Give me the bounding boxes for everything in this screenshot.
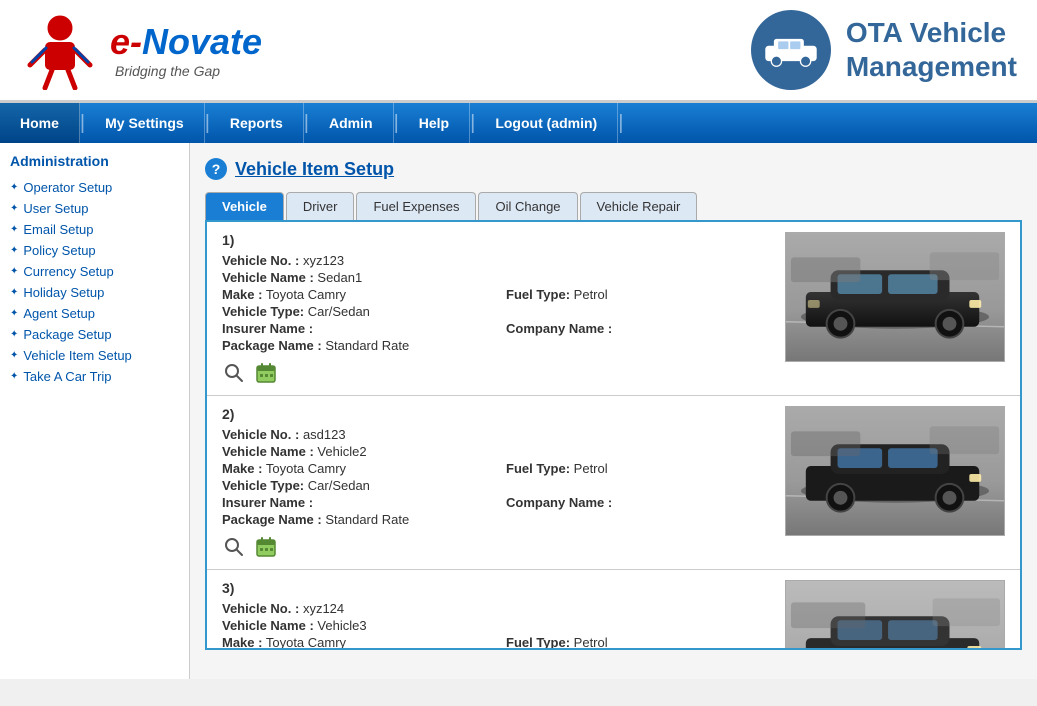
sidebar-item-vehicle-item-setup[interactable]: ✦ Vehicle Item Setup	[5, 345, 184, 366]
tab-driver[interactable]: Driver	[286, 192, 355, 220]
header: e-Novate Bridging the Gap OTA Vehicle Ma…	[0, 0, 1037, 103]
bullet-icon: ✦	[10, 371, 18, 382]
vehicle-fields-1: Vehicle No. : xyz123 Vehicle Name : Seda…	[222, 253, 770, 353]
nav-admin[interactable]: Admin	[309, 103, 394, 143]
sidebar-item-agent-setup[interactable]: ✦ Agent Setup	[5, 303, 184, 324]
vehicle-info-2: 2) Vehicle No. : asd123 Vehicle Name : V…	[222, 406, 770, 559]
sidebar-title: Administration	[5, 153, 184, 169]
vehicle-item-3: 3) Vehicle No. : xyz124 Vehicle Name : V…	[207, 570, 1020, 650]
sidebar-item-take-car-trip[interactable]: ✦ Take A Car Trip	[5, 366, 184, 387]
calendar-icon	[255, 362, 277, 384]
search-icon	[223, 362, 245, 384]
sidebar-item-currency-setup[interactable]: ✦ Currency Setup	[5, 261, 184, 282]
calendar-action-2[interactable]	[254, 535, 278, 559]
bullet-icon: ✦	[10, 287, 18, 298]
make-row-1: Make : Toyota Camry	[222, 287, 486, 302]
sidebar: Administration ✦ Operator Setup ✦ User S…	[0, 143, 190, 679]
page-title-row: ? Vehicle Item Setup	[205, 158, 1022, 180]
vehicle-item-2: 2) Vehicle No. : asd123 Vehicle Name : V…	[207, 396, 1020, 570]
bullet-icon: ✦	[10, 203, 18, 214]
nav-home[interactable]: Home	[0, 103, 80, 143]
company-row-1: Company Name :	[506, 321, 770, 336]
sidebar-item-email-setup[interactable]: ✦ Email Setup	[5, 219, 184, 240]
tabs-bar: Vehicle Driver Fuel Expenses Oil Change …	[205, 192, 1022, 220]
sidebar-item-operator-setup[interactable]: ✦ Operator Setup	[5, 177, 184, 198]
nav-reports[interactable]: Reports	[210, 103, 304, 143]
vehicle-image-1	[785, 232, 1005, 362]
vehicle-image-2	[785, 406, 1005, 536]
logo-person-icon	[20, 10, 100, 90]
calendar-icon	[255, 536, 277, 558]
content-area: ? Vehicle Item Setup Vehicle Driver Fuel…	[190, 143, 1037, 679]
sidebar-item-policy-setup[interactable]: ✦ Policy Setup	[5, 240, 184, 261]
bullet-icon: ✦	[10, 245, 18, 256]
calendar-action-1[interactable]	[254, 361, 278, 385]
bullet-icon: ✦	[10, 266, 18, 277]
sidebar-item-user-setup[interactable]: ✦ User Setup	[5, 198, 184, 219]
vehicle-type-row-1: Vehicle Type: Car/Sedan	[222, 304, 770, 319]
bullet-icon: ✦	[10, 308, 18, 319]
vehicle-no-row-1: Vehicle No. : xyz123	[222, 253, 770, 268]
fuel-type-row-1: Fuel Type: Petrol	[506, 287, 770, 302]
vehicle-num-2: 2)	[222, 406, 770, 422]
vehicle-fields-2: Vehicle No. : asd123 Vehicle Name : Vehi…	[222, 427, 770, 527]
search-action-1[interactable]	[222, 361, 246, 385]
vehicle-info-1: 1) Vehicle No. : xyz123 Vehicle Name : S…	[222, 232, 770, 385]
nav-help[interactable]: Help	[399, 103, 470, 143]
tab-vehicle-repair[interactable]: Vehicle Repair	[580, 192, 698, 220]
logo-subtitle: Bridging the Gap	[110, 63, 262, 79]
page-title[interactable]: Vehicle Item Setup	[235, 159, 394, 180]
vehicle-list-container: 1) Vehicle No. : xyz123 Vehicle Name : S…	[205, 220, 1022, 650]
car-logo-circle	[751, 10, 831, 90]
vehicle-num-1: 1)	[222, 232, 770, 248]
vehicle-actions-1	[222, 361, 770, 385]
nav-logout[interactable]: Logout (admin)	[475, 103, 618, 143]
vehicle-num-3: 3)	[222, 580, 770, 596]
search-icon	[223, 536, 245, 558]
logo-name: e-Novate	[110, 21, 262, 63]
logo-left: e-Novate Bridging the Gap	[20, 10, 262, 90]
logo-right: OTA Vehicle Management	[751, 10, 1017, 90]
logo-text: e-Novate Bridging the Gap	[110, 21, 262, 79]
bullet-icon: ✦	[10, 182, 18, 193]
insurer-row-1: Insurer Name :	[222, 321, 486, 336]
vehicle-actions-2	[222, 535, 770, 559]
bullet-icon: ✦	[10, 329, 18, 340]
tab-vehicle[interactable]: Vehicle	[205, 192, 284, 220]
nav-bar: Home | My Settings | Reports | Admin | H…	[0, 103, 1037, 143]
search-action-2[interactable]	[222, 535, 246, 559]
car-photo-1	[786, 232, 1004, 362]
sidebar-item-holiday-setup[interactable]: ✦ Holiday Setup	[5, 282, 184, 303]
nav-my-settings[interactable]: My Settings	[85, 103, 205, 143]
package-row-1: Package Name : Standard Rate	[222, 338, 770, 353]
ota-title: OTA Vehicle Management	[846, 16, 1017, 83]
bullet-icon: ✦	[10, 224, 18, 235]
sidebar-item-package-setup[interactable]: ✦ Package Setup	[5, 324, 184, 345]
tab-fuel-expenses[interactable]: Fuel Expenses	[356, 192, 476, 220]
vehicle-fields-3: Vehicle No. : xyz124 Vehicle Name : Vehi…	[222, 601, 770, 650]
vehicle-name-row-1: Vehicle Name : Sedan1	[222, 270, 770, 285]
main-layout: Administration ✦ Operator Setup ✦ User S…	[0, 143, 1037, 679]
car-photo-3	[786, 580, 1004, 650]
info-icon: ?	[205, 158, 227, 180]
car-icon	[761, 30, 821, 70]
vehicle-item-1: 1) Vehicle No. : xyz123 Vehicle Name : S…	[207, 222, 1020, 396]
vehicle-image-3	[785, 580, 1005, 650]
tab-oil-change[interactable]: Oil Change	[478, 192, 577, 220]
car-photo-2	[786, 406, 1004, 536]
vehicle-info-3: 3) Vehicle No. : xyz124 Vehicle Name : V…	[222, 580, 770, 650]
bullet-icon: ✦	[10, 350, 18, 361]
